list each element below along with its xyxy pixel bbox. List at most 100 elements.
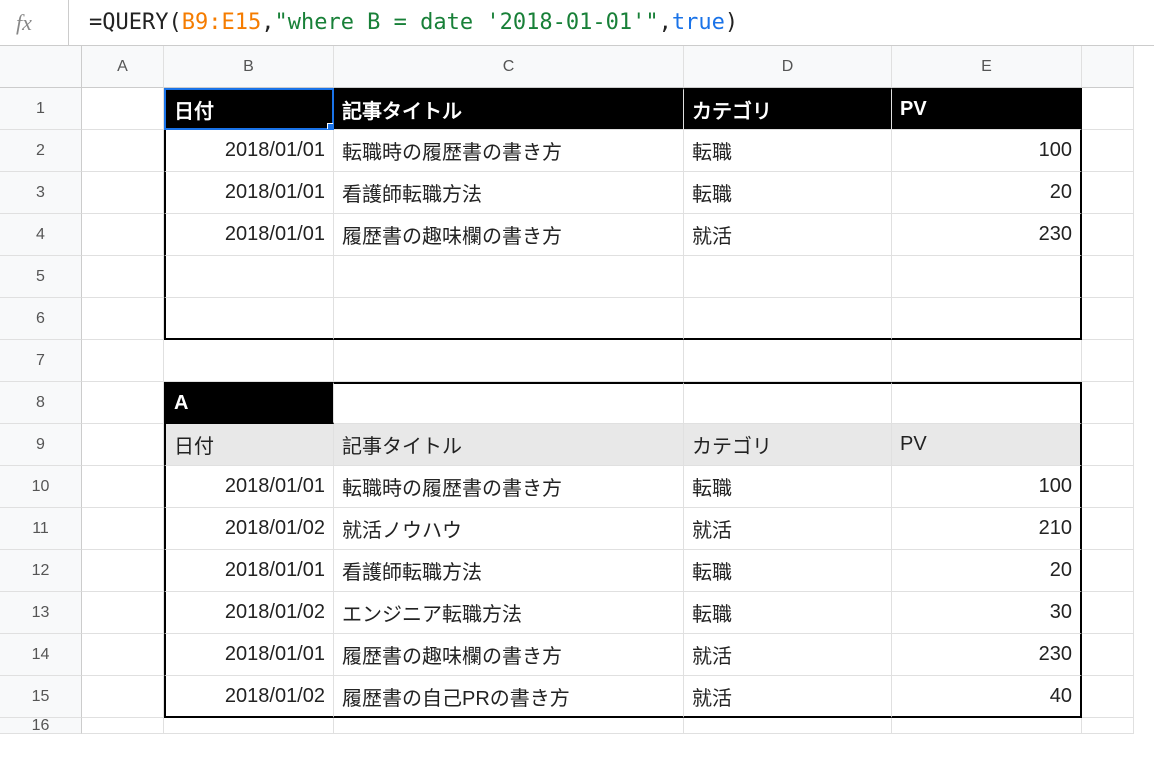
cell-F16[interactable] — [1082, 718, 1134, 734]
cell-F9[interactable] — [1082, 424, 1134, 466]
cell-D8[interactable] — [684, 382, 892, 424]
cell-F7[interactable] — [1082, 340, 1134, 382]
cell-D16[interactable] — [684, 718, 892, 734]
row-header-12[interactable]: 12 — [0, 550, 82, 592]
cell-B5[interactable] — [164, 256, 334, 298]
cell-D5[interactable] — [684, 256, 892, 298]
row-header-16[interactable]: 16 — [0, 718, 82, 734]
cell-D1[interactable]: カテゴリ — [684, 88, 892, 130]
cell-B7[interactable] — [164, 340, 334, 382]
cell-A6[interactable] — [82, 298, 164, 340]
row-header-15[interactable]: 15 — [0, 676, 82, 718]
cell-C13[interactable]: エンジニア転職方法 — [334, 592, 684, 634]
row-header-5[interactable]: 5 — [0, 256, 82, 298]
cell-C7[interactable] — [334, 340, 684, 382]
cell-E16[interactable] — [892, 718, 1082, 734]
cell-D7[interactable] — [684, 340, 892, 382]
cell-A9[interactable] — [82, 424, 164, 466]
cell-D10[interactable]: 転職 — [684, 466, 892, 508]
cell-B3[interactable]: 2018/01/01 — [164, 172, 334, 214]
col-header-E[interactable]: E — [892, 46, 1082, 88]
cell-B11[interactable]: 2018/01/02 — [164, 508, 334, 550]
row-header-10[interactable]: 10 — [0, 466, 82, 508]
cell-F2[interactable] — [1082, 130, 1134, 172]
cell-D11[interactable]: 就活 — [684, 508, 892, 550]
cell-A7[interactable] — [82, 340, 164, 382]
cell-A13[interactable] — [82, 592, 164, 634]
cell-A10[interactable] — [82, 466, 164, 508]
cell-F5[interactable] — [1082, 256, 1134, 298]
cell-B16[interactable] — [164, 718, 334, 734]
col-header-B[interactable]: B — [164, 46, 334, 88]
cell-F14[interactable] — [1082, 634, 1134, 676]
cell-D2[interactable]: 転職 — [684, 130, 892, 172]
cell-A2[interactable] — [82, 130, 164, 172]
row-header-13[interactable]: 13 — [0, 592, 82, 634]
cell-E8[interactable] — [892, 382, 1082, 424]
cell-F10[interactable] — [1082, 466, 1134, 508]
cell-E1[interactable]: PV — [892, 88, 1082, 130]
cell-A4[interactable] — [82, 214, 164, 256]
cell-C2[interactable]: 転職時の履歴書の書き方 — [334, 130, 684, 172]
cell-E2[interactable]: 100 — [892, 130, 1082, 172]
cell-F1[interactable] — [1082, 88, 1134, 130]
cell-F12[interactable] — [1082, 550, 1134, 592]
cell-B2[interactable]: 2018/01/01 — [164, 130, 334, 172]
row-header-1[interactable]: 1 — [0, 88, 82, 130]
row-header-6[interactable]: 6 — [0, 298, 82, 340]
cell-A16[interactable] — [82, 718, 164, 734]
cell-B12[interactable]: 2018/01/01 — [164, 550, 334, 592]
cell-E10[interactable]: 100 — [892, 466, 1082, 508]
cell-A1[interactable] — [82, 88, 164, 130]
select-all-corner[interactable] — [0, 46, 82, 88]
cell-F15[interactable] — [1082, 676, 1134, 718]
cell-D14[interactable]: 就活 — [684, 634, 892, 676]
cell-B13[interactable]: 2018/01/02 — [164, 592, 334, 634]
cell-F11[interactable] — [1082, 508, 1134, 550]
cell-C15[interactable]: 履歴書の自己PRの書き方 — [334, 676, 684, 718]
cell-C5[interactable] — [334, 256, 684, 298]
cell-B8[interactable]: A — [164, 382, 334, 424]
cell-C3[interactable]: 看護師転職方法 — [334, 172, 684, 214]
row-header-7[interactable]: 7 — [0, 340, 82, 382]
cell-A8[interactable] — [82, 382, 164, 424]
cell-B15[interactable]: 2018/01/02 — [164, 676, 334, 718]
cell-E15[interactable]: 40 — [892, 676, 1082, 718]
cell-A3[interactable] — [82, 172, 164, 214]
col-header-blank[interactable] — [1082, 46, 1134, 88]
cell-C14[interactable]: 履歴書の趣味欄の書き方 — [334, 634, 684, 676]
row-header-8[interactable]: 8 — [0, 382, 82, 424]
cell-F6[interactable] — [1082, 298, 1134, 340]
cell-E7[interactable] — [892, 340, 1082, 382]
col-header-A[interactable]: A — [82, 46, 164, 88]
cell-D15[interactable]: 就活 — [684, 676, 892, 718]
row-header-2[interactable]: 2 — [0, 130, 82, 172]
formula-input[interactable]: =QUERY(B9:E15,"where B = date '2018-01-0… — [68, 0, 738, 45]
cell-C16[interactable] — [334, 718, 684, 734]
cell-C1[interactable]: 記事タイトル — [334, 88, 684, 130]
cell-D9[interactable]: カテゴリ — [684, 424, 892, 466]
cell-E14[interactable]: 230 — [892, 634, 1082, 676]
col-header-C[interactable]: C — [334, 46, 684, 88]
cell-E13[interactable]: 30 — [892, 592, 1082, 634]
cell-D3[interactable]: 転職 — [684, 172, 892, 214]
row-header-9[interactable]: 9 — [0, 424, 82, 466]
spreadsheet-grid[interactable]: A B C D E 1 日付 記事タイトル カテゴリ PV 2 2018/01/… — [0, 46, 1154, 760]
cell-E12[interactable]: 20 — [892, 550, 1082, 592]
cell-E11[interactable]: 210 — [892, 508, 1082, 550]
cell-E4[interactable]: 230 — [892, 214, 1082, 256]
cell-A12[interactable] — [82, 550, 164, 592]
cell-C10[interactable]: 転職時の履歴書の書き方 — [334, 466, 684, 508]
cell-C8[interactable] — [334, 382, 684, 424]
cell-E6[interactable] — [892, 298, 1082, 340]
cell-D12[interactable]: 転職 — [684, 550, 892, 592]
cell-F13[interactable] — [1082, 592, 1134, 634]
cell-F8[interactable] — [1082, 382, 1134, 424]
row-header-11[interactable]: 11 — [0, 508, 82, 550]
cell-D4[interactable]: 就活 — [684, 214, 892, 256]
cell-B4[interactable]: 2018/01/01 — [164, 214, 334, 256]
cell-C4[interactable]: 履歴書の趣味欄の書き方 — [334, 214, 684, 256]
cell-E9[interactable]: PV — [892, 424, 1082, 466]
cell-E3[interactable]: 20 — [892, 172, 1082, 214]
cell-C6[interactable] — [334, 298, 684, 340]
